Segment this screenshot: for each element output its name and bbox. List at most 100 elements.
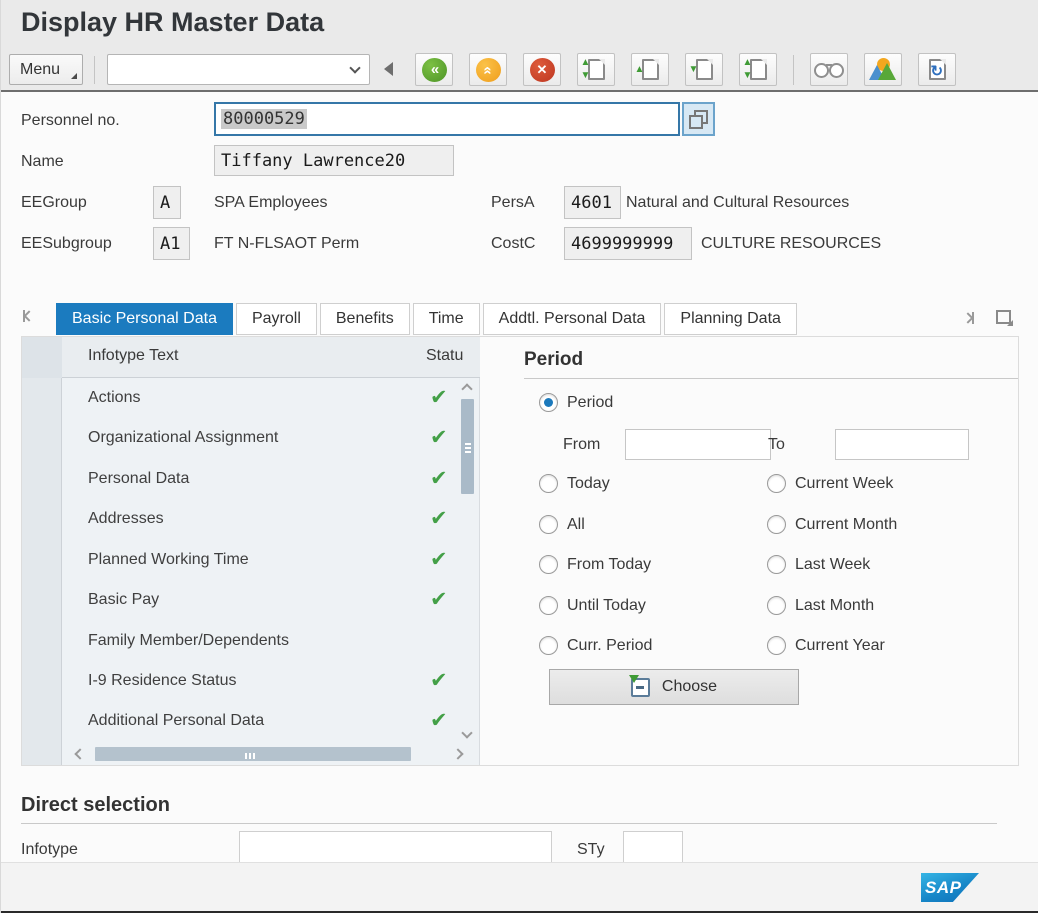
matchcode-icon [689, 110, 708, 129]
choose-icon [631, 678, 650, 697]
persa-label: PersA [491, 194, 535, 212]
to-label: To [768, 436, 785, 454]
table-row[interactable]: Family Member/Dependents [62, 622, 457, 662]
choose-button[interactable]: Choose [549, 669, 799, 705]
status-check-icon: ✔ [430, 466, 448, 491]
infotype-table: Infotype Text Statu Actions ✔ Organizati… [22, 337, 480, 765]
period-panel: Period Period From To Today Current Week… [492, 337, 1019, 765]
period-divider [524, 378, 1018, 379]
vertical-scrollbar-thumb[interactable] [461, 399, 474, 494]
refresh-button[interactable]: ↻ [918, 53, 956, 86]
previous-page-button[interactable]: ▲ [631, 53, 669, 86]
radio-current-month[interactable] [767, 515, 786, 534]
find-button[interactable] [810, 53, 848, 86]
chevron-left-icon [23, 310, 34, 321]
radio-current-month-label: Current Month [795, 516, 897, 534]
radio-period[interactable] [539, 393, 558, 412]
row-selector-column[interactable] [22, 337, 62, 765]
name-field: Tiffany Lawrence20 [214, 145, 454, 176]
radio-current-year[interactable] [767, 636, 786, 655]
radio-current-year-label: Current Year [795, 637, 885, 655]
scroll-down-icon[interactable] [461, 727, 472, 738]
persa-value: 4601 [571, 193, 612, 213]
status-check-icon: ✔ [430, 708, 448, 733]
previous-page-icon: ▲ [642, 59, 659, 80]
menu-button[interactable]: Menu [9, 54, 83, 85]
radio-all[interactable] [539, 515, 558, 534]
cancel-button[interactable]: ✕ [523, 53, 561, 86]
first-page-button[interactable]: ▲▼ [577, 53, 615, 86]
next-page-button[interactable]: ▼ [685, 53, 723, 86]
radio-until-today[interactable] [539, 596, 558, 615]
tab-scroll-right-button[interactable] [964, 312, 974, 324]
tab-payroll[interactable]: Payroll [236, 303, 317, 335]
table-row[interactable]: Organizational Assignment ✔ [62, 419, 457, 459]
infotype-input[interactable] [239, 831, 552, 865]
radio-all-label: All [567, 516, 585, 534]
costc-field: 4699999999 [564, 227, 692, 260]
tab-content-area: Infotype Text Statu Actions ✔ Organizati… [21, 336, 1019, 766]
radio-last-week[interactable] [767, 555, 786, 574]
personnel-no-input[interactable]: 80000529 [214, 102, 680, 136]
sty-input[interactable] [623, 831, 683, 865]
find-next-button[interactable] [864, 53, 902, 86]
scroll-left-icon[interactable] [74, 748, 85, 759]
table-row[interactable]: I-9 Residence Status ✔ [62, 662, 457, 702]
radio-last-month-label: Last Month [795, 597, 874, 615]
costc-label: CostC [491, 235, 535, 253]
last-page-icon: ▲▼ [750, 59, 767, 80]
scrollbar-grip [465, 443, 471, 455]
table-row[interactable]: Addresses ✔ [62, 500, 457, 540]
tab-benefits[interactable]: Benefits [320, 303, 410, 335]
possible-entries-button[interactable] [682, 102, 715, 136]
radio-curr-period[interactable] [539, 636, 558, 655]
to-date-input[interactable] [835, 429, 969, 460]
refresh-icon: ↻ [929, 59, 946, 80]
binoculars-find-icon [814, 62, 844, 77]
status-check-icon: ✔ [430, 425, 448, 450]
table-row[interactable]: Additional Personal Data ✔ [62, 702, 457, 742]
persa-field: 4601 [564, 186, 621, 219]
radio-today-label: Today [567, 475, 610, 493]
toolbar-buttons: « « ✕ ▲▼ ▲ ▼ ▲▼ [415, 53, 956, 86]
table-row[interactable]: Planned Working Time ✔ [62, 541, 457, 581]
eegroup-value: A [160, 193, 170, 213]
menu-dropdown-corner-icon [71, 73, 77, 79]
eesubgroup-value: A1 [160, 234, 180, 254]
radio-from-today[interactable] [539, 555, 558, 574]
tab-addtl-personal-data[interactable]: Addtl. Personal Data [483, 303, 662, 335]
from-label: From [563, 436, 600, 454]
tab-scroll-left-button[interactable] [23, 310, 33, 322]
radio-current-week[interactable] [767, 474, 786, 493]
period-heading: Period [524, 349, 583, 371]
tab-basic-personal-data[interactable]: Basic Personal Data [56, 303, 233, 335]
table-row[interactable]: Actions ✔ [62, 379, 457, 419]
command-field[interactable] [107, 54, 370, 85]
table-row[interactable]: Personal Data ✔ [62, 460, 457, 500]
radio-today[interactable] [539, 474, 558, 493]
toolbar-separator [793, 55, 794, 85]
status-check-icon: ✔ [430, 547, 448, 572]
expand-tab-page-icon[interactable] [996, 310, 1011, 324]
tab-planning-data[interactable]: Planning Data [664, 303, 797, 335]
horizontal-scrollbar[interactable] [62, 745, 480, 765]
exit-button[interactable]: « [469, 53, 507, 86]
scroll-up-icon[interactable] [461, 383, 472, 394]
footer: SAP [1, 862, 1038, 911]
from-date-input[interactable] [625, 429, 771, 460]
collapse-toolbar-icon[interactable] [384, 62, 393, 76]
mountains-sun-icon [869, 59, 897, 80]
radio-last-month[interactable] [767, 596, 786, 615]
chevron-down-icon[interactable] [349, 62, 360, 73]
choose-button-label: Choose [662, 678, 717, 696]
command-input[interactable] [112, 57, 342, 82]
back-button[interactable]: « [415, 53, 453, 86]
table-row[interactable]: Basic Pay ✔ [62, 581, 457, 621]
horizontal-scrollbar-thumb[interactable] [95, 747, 411, 761]
scroll-right-icon[interactable] [452, 748, 463, 759]
status-check-icon: ✔ [430, 587, 448, 612]
vertical-scrollbar[interactable] [457, 379, 480, 745]
name-value: Tiffany Lawrence20 [221, 151, 405, 171]
last-page-button[interactable]: ▲▼ [739, 53, 777, 86]
tab-time[interactable]: Time [413, 303, 480, 335]
